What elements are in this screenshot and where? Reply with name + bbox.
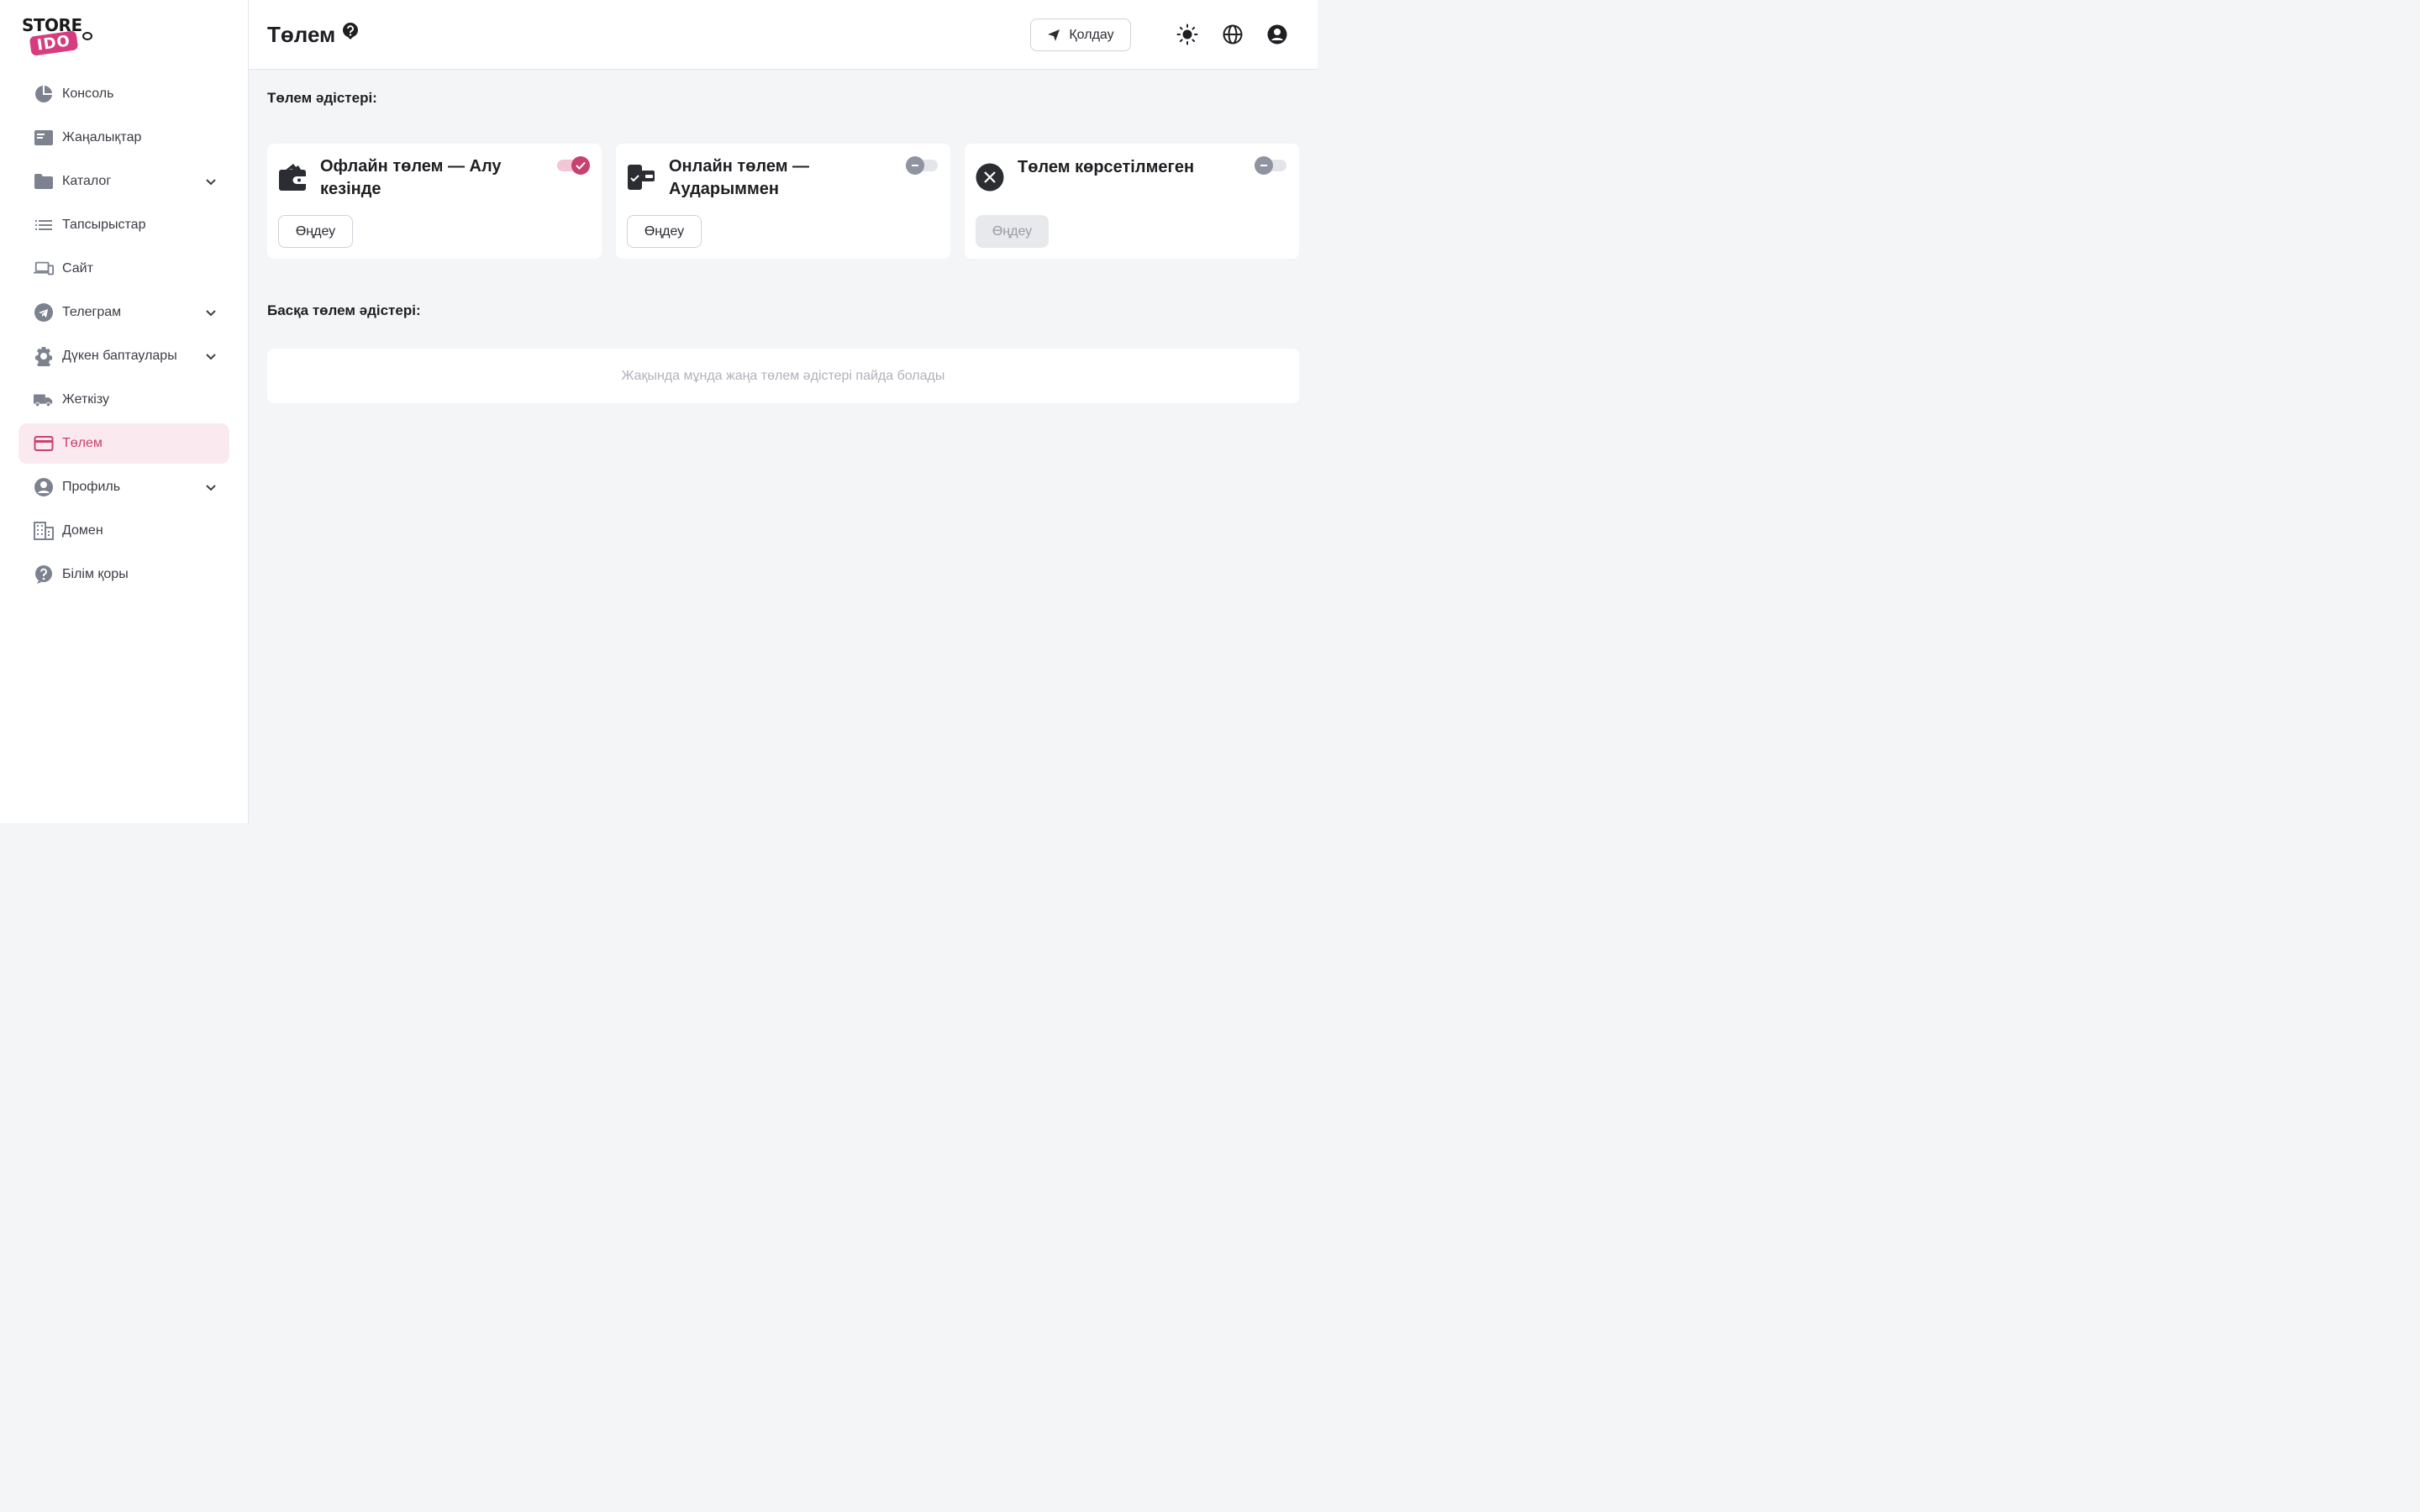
- pie-chart-icon: [34, 84, 54, 104]
- chevron-down-icon[interactable]: [204, 480, 218, 494]
- telegram-icon: [34, 302, 54, 323]
- chevron-down-icon[interactable]: [204, 306, 218, 319]
- sidebar-item-label: Төлем: [62, 436, 103, 450]
- user-circle-icon: [34, 477, 54, 497]
- sidebar-item-store-settings[interactable]: Дүкен баптаулары: [18, 336, 229, 376]
- sidebar-item-payment[interactable]: Төлем: [18, 423, 229, 464]
- sidebar: STORE IDO Консоль Жаңалықтар Каталог Тап…: [0, 0, 249, 823]
- edit-button-disabled: Өңдеу: [976, 215, 1049, 248]
- list-icon: [34, 215, 54, 235]
- payment-card-offline: Офлайн төлем — Алу кезінде Өңдеу: [267, 144, 602, 259]
- building-icon: [34, 521, 54, 541]
- sidebar-item-domain[interactable]: Домен: [18, 511, 229, 551]
- sidebar-item-label: Жеткізу: [62, 392, 109, 407]
- sidebar-nav: Консоль Жаңалықтар Каталог Тапсырыстар С…: [18, 74, 229, 598]
- edit-button[interactable]: Өңдеу: [278, 215, 353, 248]
- truck-icon: [34, 390, 54, 410]
- sidebar-item-console[interactable]: Консоль: [18, 74, 229, 114]
- gear-icon: [34, 346, 54, 366]
- payment-toggle-off[interactable]: [904, 155, 939, 176]
- edit-button[interactable]: Өңдеу: [627, 215, 702, 248]
- close-circle-icon: [975, 160, 1005, 194]
- page-title: Төлем: [267, 22, 336, 47]
- sidebar-item-catalog[interactable]: Каталог: [18, 161, 229, 202]
- top-header: Төлем Қолдау: [249, 0, 1318, 70]
- support-button[interactable]: Қолдау: [1030, 18, 1131, 51]
- sidebar-item-label: Білім қоры: [62, 567, 129, 581]
- help-bubble-icon[interactable]: [341, 22, 360, 40]
- sidebar-item-label: Профиль: [62, 480, 121, 494]
- sidebar-item-label: Консоль: [62, 87, 114, 101]
- sidebar-item-label: Каталог: [62, 174, 112, 188]
- sidebar-item-label: Дүкен баптаулары: [62, 349, 177, 363]
- sidebar-item-label: Домен: [62, 523, 103, 538]
- sidebar-item-label: Жаңалықтар: [62, 130, 142, 144]
- payment-card-unspecified: Төлем көрсетілмеген Өңдеу: [965, 144, 1299, 259]
- payment-card-title: Офлайн төлем — Алу кезінде: [320, 157, 502, 198]
- sidebar-item-profile[interactable]: Профиль: [18, 467, 229, 507]
- sidebar-item-label: Телеграм: [62, 305, 122, 319]
- support-button-label: Қолдау: [1069, 27, 1114, 42]
- folder-icon: [34, 171, 54, 192]
- payment-methods-heading: Төлем әдістері:: [267, 90, 377, 106]
- empty-state-text: Жақында мұнда жаңа төлем әдістері пайда …: [621, 368, 945, 383]
- help-circle-icon: [34, 564, 54, 585]
- payment-toggle-off[interactable]: [1253, 155, 1288, 176]
- sidebar-item-label: Сайт: [62, 261, 93, 276]
- sidebar-item-news[interactable]: Жаңалықтар: [18, 118, 229, 158]
- globe-icon[interactable]: [1222, 24, 1244, 45]
- sidebar-item-delivery[interactable]: Жеткізу: [18, 380, 229, 420]
- logo-curl: [82, 32, 92, 40]
- payment-card-title: Төлем көрсетілмеген: [1018, 158, 1195, 176]
- devices-icon: [34, 259, 54, 279]
- sun-icon[interactable]: [1176, 24, 1198, 45]
- send-icon: [1048, 29, 1060, 41]
- minus-icon: [1255, 156, 1273, 175]
- payment-card-title: Онлайн төлем — Аударыммен: [669, 157, 810, 198]
- wallet-icon: [277, 160, 308, 194]
- credit-card-icon: [34, 433, 54, 454]
- other-payment-methods-heading: Басқа төлем әдістері:: [267, 302, 421, 318]
- sidebar-item-orders[interactable]: Тапсырыстар: [18, 205, 229, 245]
- payment-toggle-on[interactable]: [555, 155, 591, 176]
- chevron-down-icon[interactable]: [204, 175, 218, 188]
- sidebar-item-knowledge-base[interactable]: Білім қоры: [18, 554, 229, 595]
- news-icon: [34, 128, 54, 148]
- sidebar-item-label: Тапсырыстар: [62, 218, 146, 232]
- minus-icon: [906, 156, 924, 175]
- store-logo[interactable]: STORE IDO: [22, 15, 97, 59]
- payment-card-online: Онлайн төлем — Аударыммен Өңдеу: [616, 144, 950, 259]
- check-icon: [571, 156, 590, 175]
- sidebar-item-site[interactable]: Сайт: [18, 249, 229, 289]
- sidebar-item-telegram[interactable]: Телеграм: [18, 292, 229, 333]
- phone-transfer-icon: [626, 160, 656, 194]
- empty-state: Жақында мұнда жаңа төлем әдістері пайда …: [267, 349, 1299, 403]
- account-icon[interactable]: [1266, 24, 1288, 45]
- chevron-down-icon[interactable]: [204, 349, 218, 363]
